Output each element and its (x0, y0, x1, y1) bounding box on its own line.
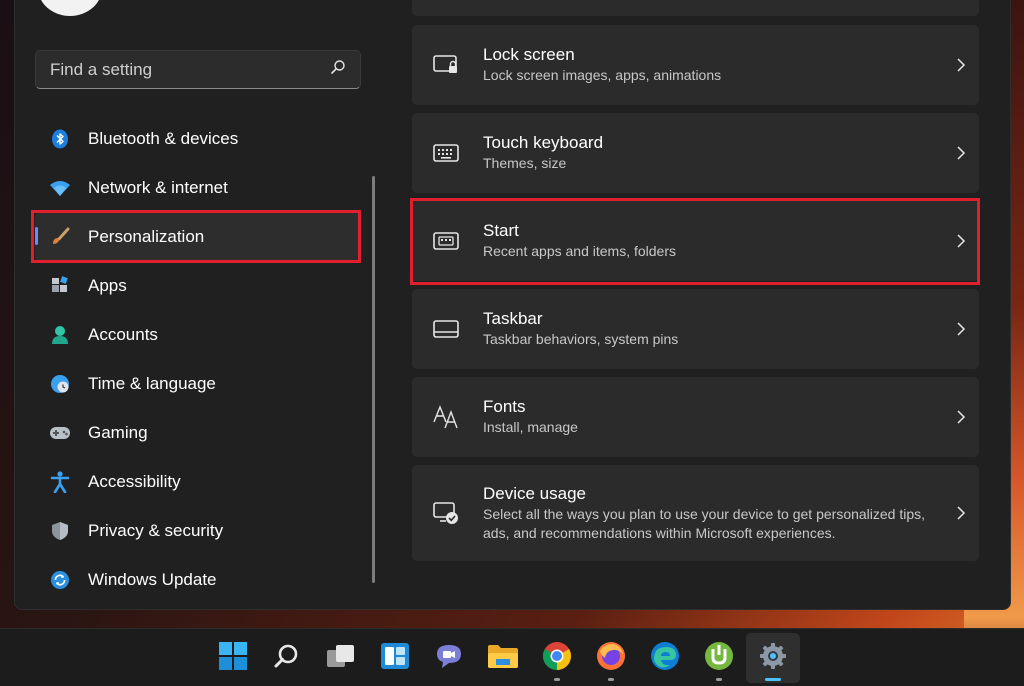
card-title: Lock screen (483, 45, 575, 64)
windows-start-icon (218, 641, 248, 676)
sidebar-item-time-language[interactable]: Time & language (35, 359, 361, 408)
brush-icon (49, 226, 71, 248)
chevron-right-icon (943, 233, 979, 249)
wifi-icon (49, 177, 71, 199)
start-icon (432, 227, 460, 255)
sidebar-item-accessibility[interactable]: Accessibility (35, 457, 361, 506)
settings-gear-icon (758, 641, 788, 676)
settings-card-lock-screen[interactable]: Lock screen Lock screen images, apps, an… (412, 25, 979, 105)
sidebar-item-label: Gaming (88, 422, 148, 442)
update-icon (49, 569, 71, 591)
taskbar-icons (206, 629, 800, 686)
sidebar-item-network-internet[interactable]: Network & internet (35, 163, 361, 212)
sidebar-item-accounts[interactable]: Accounts (35, 310, 361, 359)
keyboard-icon (432, 139, 460, 167)
sidebar-item-label: Time & language (88, 373, 216, 393)
sidebar-item-label: Network & internet (88, 177, 228, 197)
taskbar-chrome-button[interactable] (530, 633, 584, 683)
globe-clock-icon (49, 373, 71, 395)
sidebar-item-privacy-security[interactable]: Privacy & security (35, 506, 361, 555)
search-input[interactable]: Find a setting (35, 50, 361, 89)
lock-screen-icon (432, 51, 460, 79)
sidebar-item-label: Accounts (88, 324, 158, 344)
card-title: Device usage (483, 483, 587, 503)
edge-icon (650, 641, 680, 676)
fonts-icon (432, 403, 460, 431)
taskbar (0, 628, 1024, 686)
sidebar-scrollbar[interactable] (372, 176, 375, 583)
card-subtitle: Select all the ways you plan to use your… (483, 505, 926, 541)
settings-card-device-usage[interactable]: Device usage Select all the ways you pla… (412, 465, 979, 561)
taskbar-search-button[interactable] (260, 633, 314, 683)
sidebar-item-apps[interactable]: Apps (35, 261, 361, 310)
apps-icon (49, 275, 71, 297)
running-indicator (716, 678, 722, 681)
chevron-right-icon (943, 505, 979, 521)
search-icon[interactable] (330, 59, 346, 80)
running-indicator (608, 678, 614, 681)
card-title: Start (483, 221, 519, 240)
chevron-right-icon (943, 145, 979, 161)
chrome-icon (542, 641, 572, 676)
chevron-right-icon (943, 409, 979, 425)
utorrent-icon (704, 641, 734, 676)
card-subtitle: Taskbar behaviors, system pins (483, 331, 679, 347)
gamepad-icon (49, 422, 71, 444)
taskbar-settings-button[interactable] (746, 633, 800, 683)
sidebar-item-label: Windows Update (88, 569, 217, 589)
accessibility-icon (49, 470, 71, 493)
settings-card-touch-keyboard[interactable]: Touch keyboard Themes, size (412, 113, 979, 193)
sidebar-item-label: Bluetooth & devices (88, 128, 239, 148)
taskbar-teams-chat-button[interactable] (422, 633, 476, 683)
sidebar-item-windows-update[interactable]: Windows Update (35, 555, 361, 604)
sidebar-item-label: Apps (88, 275, 127, 295)
search-placeholder: Find a setting (50, 59, 153, 79)
teams-chat-icon (434, 642, 464, 675)
taskbar-widgets-button[interactable] (368, 633, 422, 683)
taskbar-icon (432, 315, 460, 343)
sidebar-item-gaming[interactable]: Gaming (35, 408, 361, 457)
card-title: Touch keyboard (483, 133, 604, 152)
sidebar-item-label: Personalization (88, 226, 205, 246)
taskbar-utorrent-button[interactable] (692, 633, 746, 683)
device-usage-icon (432, 499, 460, 527)
task-view-icon (326, 643, 356, 674)
settings-card-taskbar[interactable]: Taskbar Taskbar behaviors, system pins (412, 289, 979, 369)
sidebar-nav: Bluetooth & devices Network & internet P… (35, 114, 361, 604)
sidebar-item-personalization[interactable]: Personalization (35, 212, 361, 261)
firefox-icon (596, 641, 626, 676)
card-title: Taskbar (483, 309, 543, 328)
card-subtitle: Install, manage (483, 419, 578, 435)
taskbar-edge-button[interactable] (638, 633, 692, 683)
chevron-right-icon (943, 57, 979, 73)
chevron-right-icon (943, 321, 979, 337)
widgets-icon (380, 642, 410, 675)
taskbar-firefox-button[interactable] (584, 633, 638, 683)
settings-card-start[interactable]: Start Recent apps and items, folders (412, 201, 979, 281)
card-subtitle: Themes, size (483, 155, 567, 171)
person-icon (49, 324, 71, 346)
settings-card-fonts[interactable]: Fonts Install, manage (412, 377, 979, 457)
sidebar-item-bluetooth-devices[interactable]: Bluetooth & devices (35, 114, 361, 163)
settings-card-partial[interactable] (412, 0, 979, 16)
running-indicator (554, 678, 560, 681)
search-icon (273, 642, 301, 675)
active-indicator (765, 678, 781, 681)
shield-icon (49, 520, 71, 542)
sidebar-item-label: Privacy & security (88, 520, 224, 540)
taskbar-task-view-button[interactable] (314, 633, 368, 683)
card-title: Fonts (483, 397, 526, 416)
sidebar-item-label: Accessibility (88, 471, 181, 491)
card-subtitle: Lock screen images, apps, animations (483, 67, 722, 83)
bluetooth-icon (49, 128, 71, 150)
card-subtitle: Recent apps and items, folders (483, 243, 676, 259)
taskbar-start-button[interactable] (206, 633, 260, 683)
taskbar-file-explorer-button[interactable] (476, 633, 530, 683)
file-explorer-icon (487, 643, 519, 674)
